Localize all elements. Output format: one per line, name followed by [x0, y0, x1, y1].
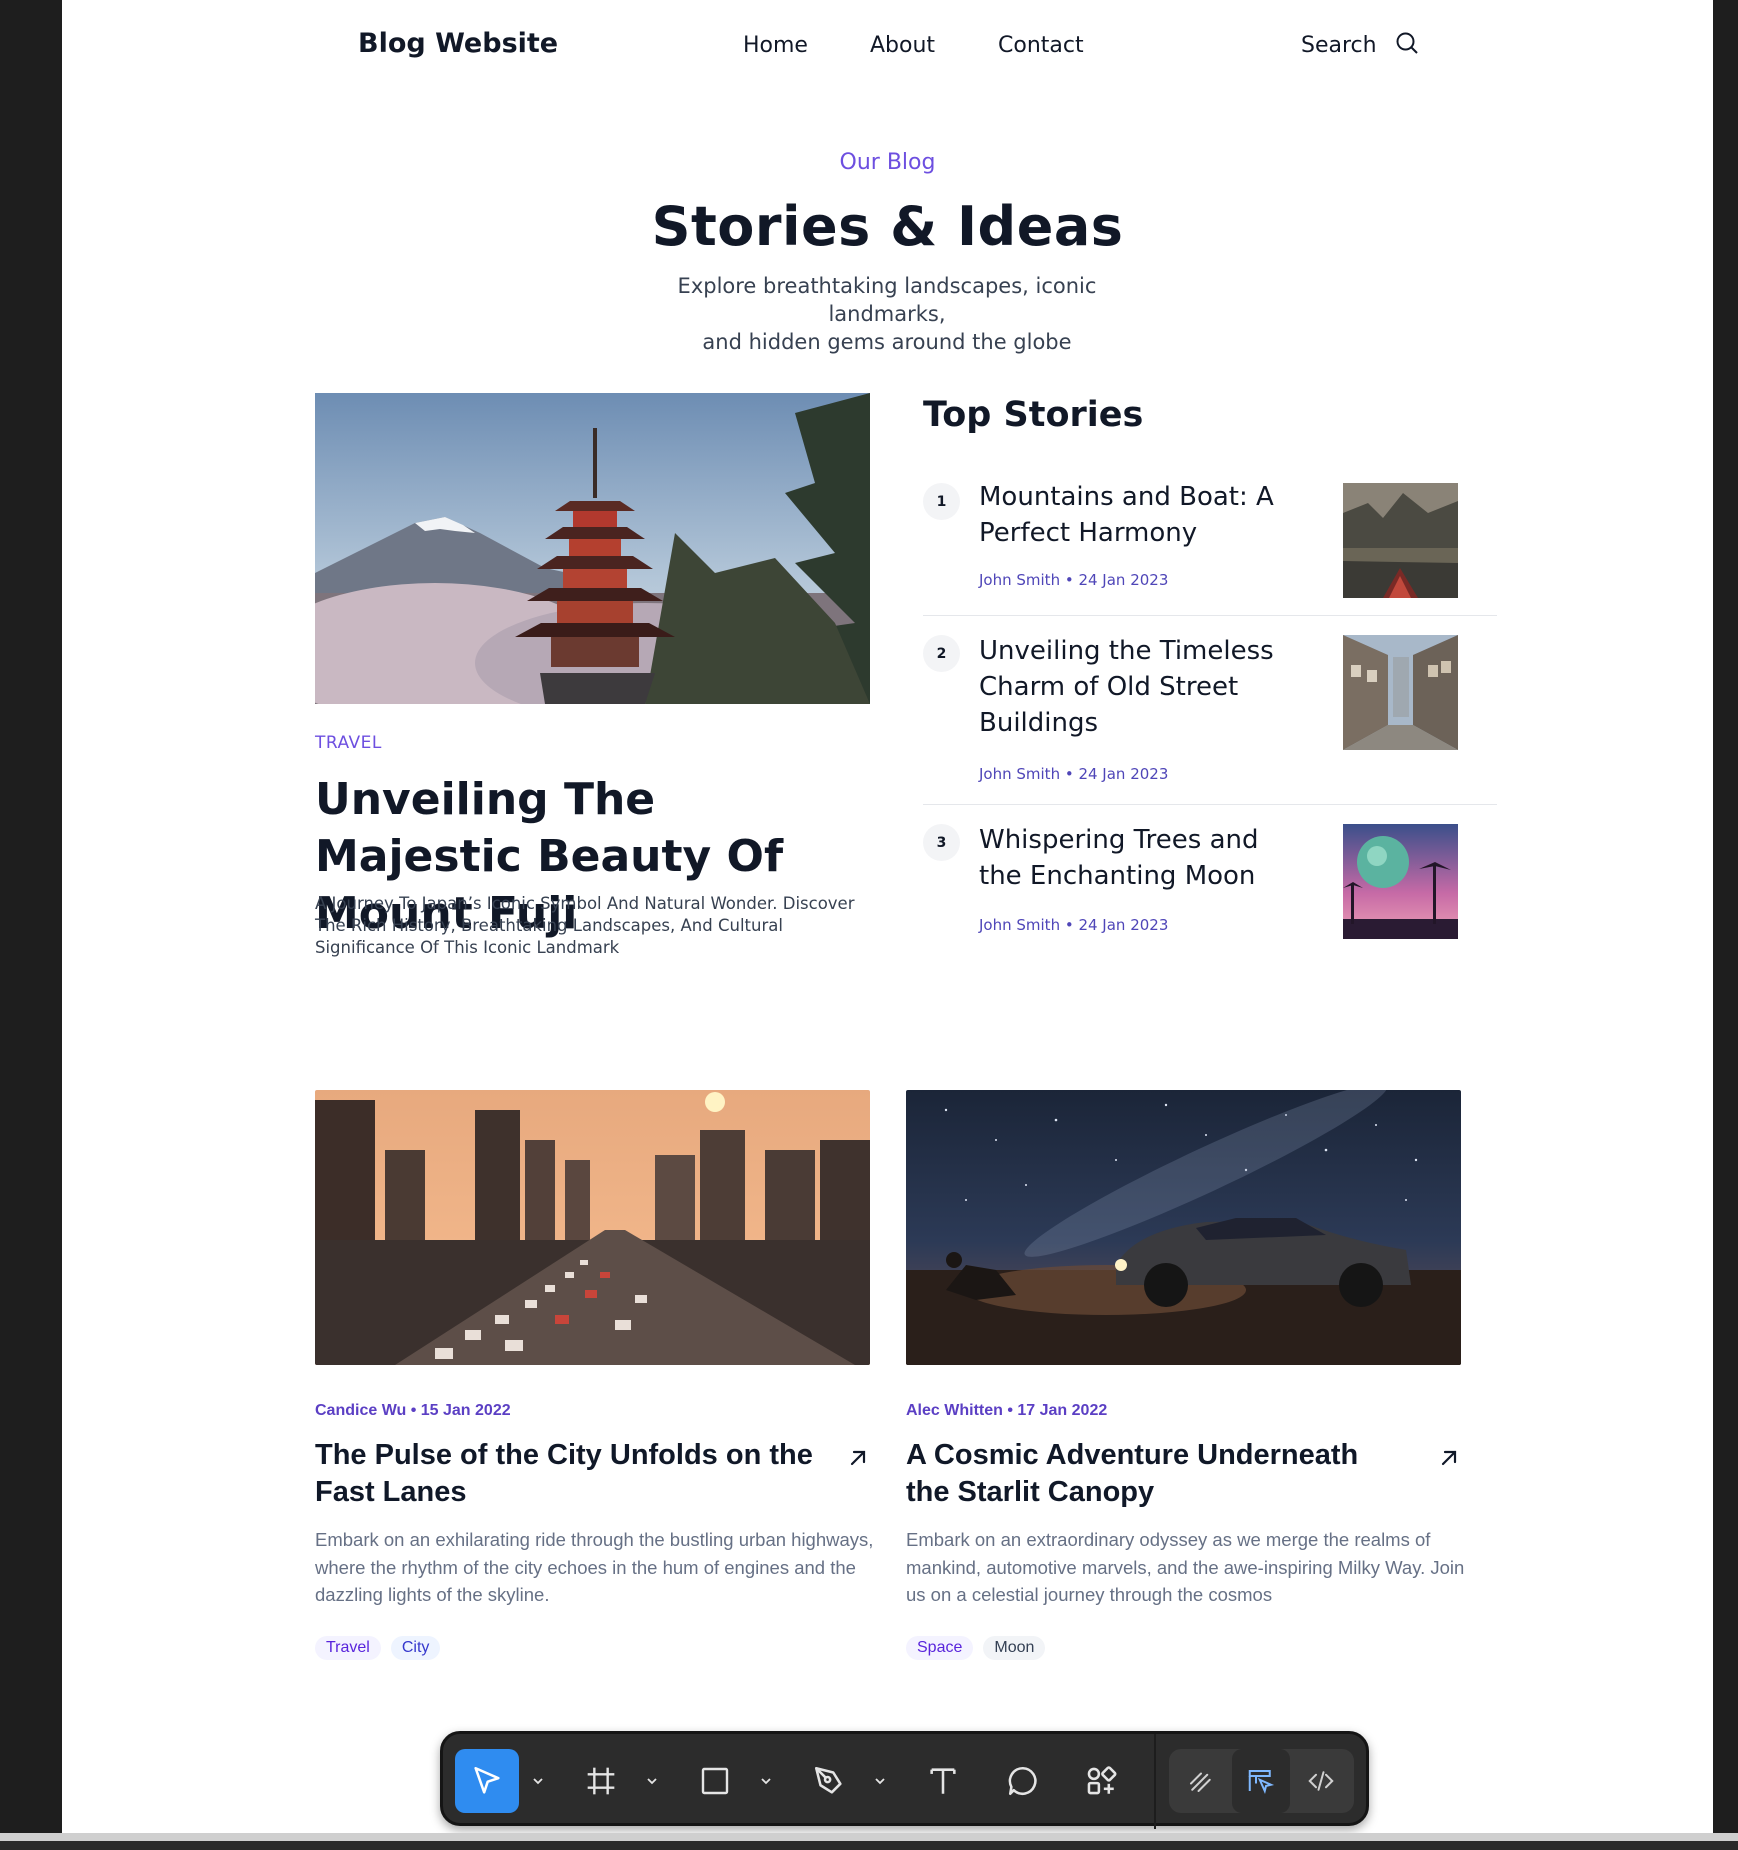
design-toolbar — [440, 1731, 1369, 1829]
arrow-up-right-icon[interactable] — [1437, 1446, 1461, 1470]
comment-tool-icon[interactable] — [991, 1749, 1055, 1813]
tag[interactable]: Space — [906, 1636, 974, 1660]
top-navigation: Blog Website Home About Contact Search — [62, 0, 1713, 92]
card-description: Embark on an exhilarating ride through t… — [315, 1529, 874, 1605]
card-meta: Alec Whitten • 17 Jan 2022 — [906, 1402, 1108, 1419]
story-title[interactable]: Whispering Trees and the Enchanting Moon — [979, 822, 1309, 894]
mode-switcher — [1169, 1749, 1354, 1813]
frame-tool-icon[interactable] — [569, 1749, 633, 1813]
card-image-city-highway[interactable] — [315, 1090, 870, 1365]
tag[interactable]: Travel — [315, 1636, 381, 1660]
chevron-down-icon[interactable] — [645, 1772, 659, 1790]
story-meta: John Smith • 24 Jan 2023 — [979, 916, 1169, 934]
subtitle-line: and hidden gems around the globe — [702, 330, 1072, 354]
nav-link-home[interactable]: Home — [743, 33, 808, 58]
featured-category[interactable]: TRAVEL — [315, 733, 382, 753]
card-tags: Space Moon — [906, 1636, 1046, 1660]
card-title[interactable]: The Pulse of the City Unfolds on the Fas… — [315, 1437, 815, 1511]
story-rank-badge: 1 — [923, 483, 960, 520]
featured-description: A Journey To Japan’s Iconic Symbol And N… — [315, 894, 855, 957]
chevron-down-icon[interactable] — [873, 1772, 887, 1790]
tag[interactable]: Moon — [983, 1636, 1046, 1660]
chevron-down-icon[interactable] — [759, 1772, 773, 1790]
page-subtitle: Explore breathtaking landscapes, iconic … — [637, 272, 1137, 356]
rectangle-tool-icon[interactable] — [683, 1749, 747, 1813]
story-thumbnail-trees-moon[interactable] — [1343, 824, 1458, 939]
toolbar-divider — [1154, 1734, 1156, 1829]
page-title: Stories & Ideas — [651, 195, 1124, 258]
story-rank-badge: 3 — [923, 824, 960, 861]
card-description: Embark on an extraordinary odyssey as we… — [906, 1529, 1465, 1605]
story-title[interactable]: Unveiling the Timeless Charm of Old Stre… — [979, 633, 1309, 741]
site-logo[interactable]: Blog Website — [358, 28, 558, 59]
story-divider — [923, 615, 1497, 616]
story-thumbnail-mountains-boat[interactable] — [1343, 483, 1458, 598]
subtitle-line: Explore breathtaking landscapes, iconic … — [677, 274, 1097, 326]
card-title[interactable]: A Cosmic Adventure Underneath the Starli… — [906, 1437, 1406, 1511]
story-thumbnail-old-street[interactable] — [1343, 635, 1458, 750]
featured-image-mount-fuji[interactable] — [315, 393, 870, 704]
search-button[interactable]: Search — [1301, 31, 1419, 59]
top-stories-heading: Top Stories — [923, 395, 1144, 435]
app-bottom-bar — [0, 1841, 1738, 1850]
canvas-bottom-edge — [0, 1833, 1738, 1841]
story-divider — [923, 804, 1497, 805]
card-tags: Travel City — [315, 1636, 441, 1660]
search-label: Search — [1301, 32, 1377, 58]
story-meta: John Smith • 24 Jan 2023 — [979, 765, 1169, 783]
pen-tool-icon[interactable] — [797, 1749, 861, 1813]
search-icon — [1395, 31, 1419, 59]
story-meta: John Smith • 24 Jan 2023 — [979, 571, 1169, 589]
nav-link-contact[interactable]: Contact — [998, 33, 1084, 58]
card-image-starlit-car[interactable] — [906, 1090, 1461, 1365]
nav-link-about[interactable]: About — [870, 33, 935, 58]
story-title[interactable]: Mountains and Boat: A Perfect Harmony — [979, 479, 1309, 551]
card-meta: Candice Wu • 15 Jan 2022 — [315, 1402, 511, 1419]
move-tool-icon[interactable] — [455, 1749, 519, 1813]
design-canvas: Blog Website Home About Contact Search O… — [62, 0, 1713, 1850]
design-mode-icon[interactable] — [1232, 1749, 1290, 1813]
dev-mode-icon[interactable] — [1292, 1749, 1350, 1813]
tag[interactable]: City — [390, 1636, 441, 1660]
chevron-down-icon[interactable] — [531, 1772, 545, 1790]
story-rank-badge: 2 — [923, 635, 960, 672]
actions-icon[interactable] — [1069, 1749, 1133, 1813]
text-tool-icon[interactable] — [911, 1749, 975, 1813]
draw-mode-icon[interactable] — [1172, 1749, 1230, 1813]
arrow-up-right-icon[interactable] — [846, 1446, 870, 1470]
section-eyebrow: Our Blog — [839, 150, 936, 175]
